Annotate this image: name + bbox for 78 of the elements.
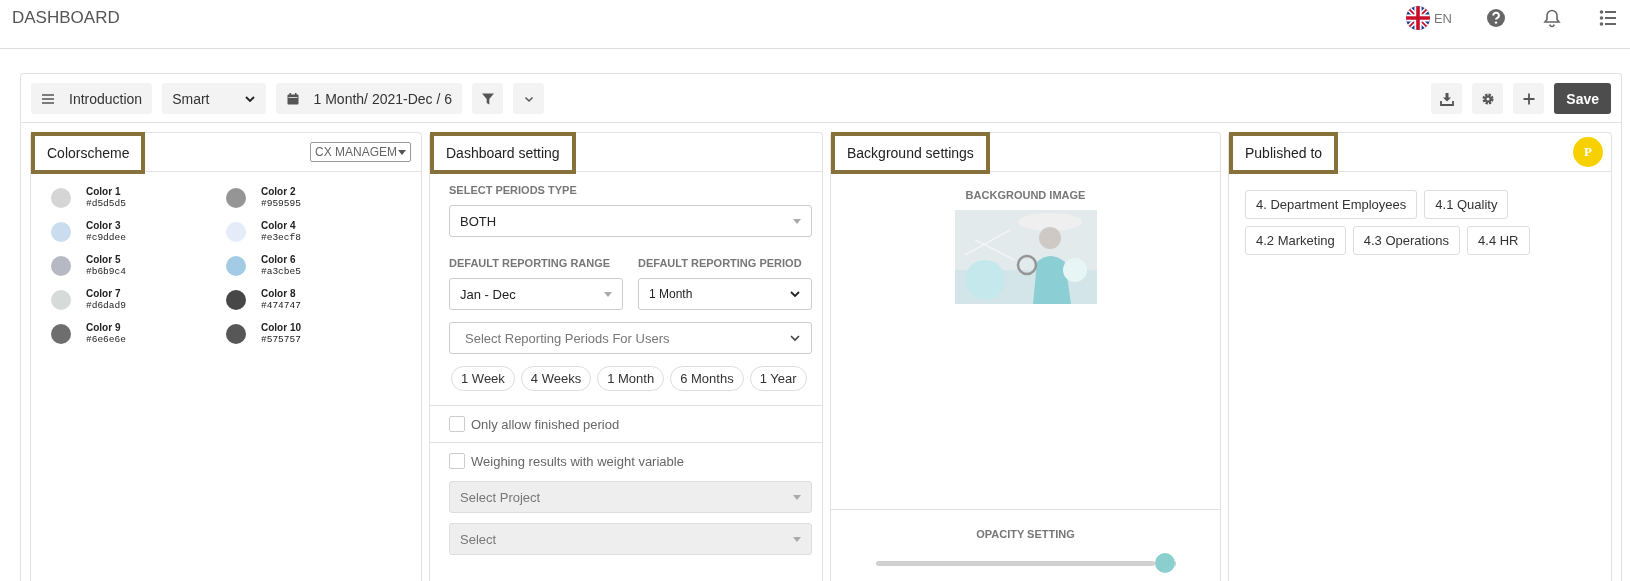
download-icon <box>1439 91 1454 106</box>
plus-icon <box>1521 91 1536 106</box>
color-name: Color 7 <box>86 288 122 300</box>
color-name: Color 10 <box>261 322 301 334</box>
caret-icon <box>604 291 612 297</box>
caret-icon <box>398 149 406 155</box>
add-button[interactable] <box>1513 83 1545 114</box>
seal-badge: P <box>1575 139 1601 165</box>
color-hex: #575757 <box>261 334 301 346</box>
chevron-down-icon <box>789 332 801 344</box>
checkbox-label: Weighing results with weight variable <box>471 453 684 469</box>
group-tag: 4.4 HR <box>1467 226 1530 255</box>
panel-title: Published to <box>1229 132 1339 174</box>
reporting-range-select[interactable]: Jan - Dec <box>449 278 623 310</box>
caret-icon <box>793 494 801 500</box>
color-hex: #959595 <box>261 198 301 210</box>
color-name: Color 1 <box>86 186 122 198</box>
period-chip[interactable]: 4 Weeks <box>520 366 592 391</box>
color-hex: #6e6e6e <box>86 334 126 346</box>
color-name: Color 4 <box>261 220 297 232</box>
settings-button[interactable] <box>1472 83 1504 114</box>
color-hex: #d5d5d5 <box>86 198 126 210</box>
flag-icon[interactable] <box>1405 6 1430 30</box>
download-button[interactable] <box>1431 83 1463 114</box>
color-hex: #c9ddee <box>86 232 126 244</box>
chevron-down-icon <box>789 288 801 300</box>
color-name: Color 9 <box>86 322 122 334</box>
periods-type-select[interactable]: BOTH <box>449 205 812 237</box>
group-tag: 4.2 Marketing <box>1245 226 1346 255</box>
field-label: SELECT PERIODS TYPE <box>449 184 578 196</box>
color-hex: #e3ecf8 <box>261 232 301 244</box>
group-tag: 4. Department Employees <box>1245 190 1418 219</box>
field-label: DEFAULT REPORTING RANGE <box>449 257 612 269</box>
period-chip[interactable]: 1 Year <box>749 366 807 391</box>
section-label: BACKGROUND IMAGE <box>965 189 1086 201</box>
help-icon[interactable] <box>1486 8 1506 28</box>
scheme-dropdown[interactable]: CX MANAGEM <box>310 142 411 162</box>
color-hex: #b6b9c4 <box>86 266 126 278</box>
color-hex: #d6dad9 <box>86 300 126 312</box>
list-icon[interactable] <box>1598 8 1618 28</box>
color-hex: #474747 <box>261 300 301 312</box>
section-label: OPACITY SETTING <box>976 528 1075 540</box>
reporting-periods-select[interactable]: Select Reporting Periods For Users <box>449 322 812 354</box>
introduction-button[interactable]: Introduction <box>31 83 153 114</box>
bell-icon[interactable] <box>1542 8 1562 28</box>
panel-title: Dashboard setting <box>430 132 576 174</box>
calendar-icon <box>285 91 300 106</box>
color-name: Color 2 <box>261 186 297 198</box>
checkbox[interactable] <box>449 453 465 469</box>
settings-icon <box>1480 91 1495 106</box>
period-chip[interactable]: 1 Month <box>597 366 665 391</box>
color-name: Color 8 <box>261 288 297 300</box>
panel-title: Background settings <box>831 132 990 174</box>
color-name: Color 5 <box>86 254 122 266</box>
period-chip[interactable]: 6 Months <box>670 366 744 391</box>
field-label: DEFAULT REPORTING PERIOD <box>638 257 803 269</box>
group-tag: 4.3 Operations <box>1352 226 1461 255</box>
filter-icon <box>480 91 495 106</box>
group-tag: 4.1 Quality <box>1424 190 1509 219</box>
opacity-slider[interactable] <box>875 553 1176 573</box>
mode-dropdown[interactable]: Smart <box>162 83 266 114</box>
slider-thumb[interactable] <box>1154 553 1175 573</box>
period-button[interactable]: 1 Month/ 2021-Dec / 6 <box>275 83 463 114</box>
reporting-period-select[interactable]: 1 Month <box>638 278 812 310</box>
caret-icon <box>793 536 801 542</box>
color-name: Color 3 <box>86 220 122 232</box>
period-chip[interactable]: 1 Week <box>451 366 515 391</box>
language-label[interactable]: EN <box>1433 10 1452 26</box>
filter-button[interactable] <box>472 83 504 114</box>
panel-title: Colorscheme <box>31 132 146 174</box>
checkbox-label: Only allow finished period <box>471 416 620 432</box>
caret-icon <box>793 218 801 224</box>
color-hex: #a3cbe5 <box>261 266 301 278</box>
menu-icon <box>41 91 55 106</box>
checkbox[interactable] <box>449 416 465 432</box>
page-title: DASHBOARD <box>12 8 120 28</box>
color-name: Color 6 <box>261 254 297 266</box>
save-button[interactable]: Save <box>1554 83 1611 114</box>
